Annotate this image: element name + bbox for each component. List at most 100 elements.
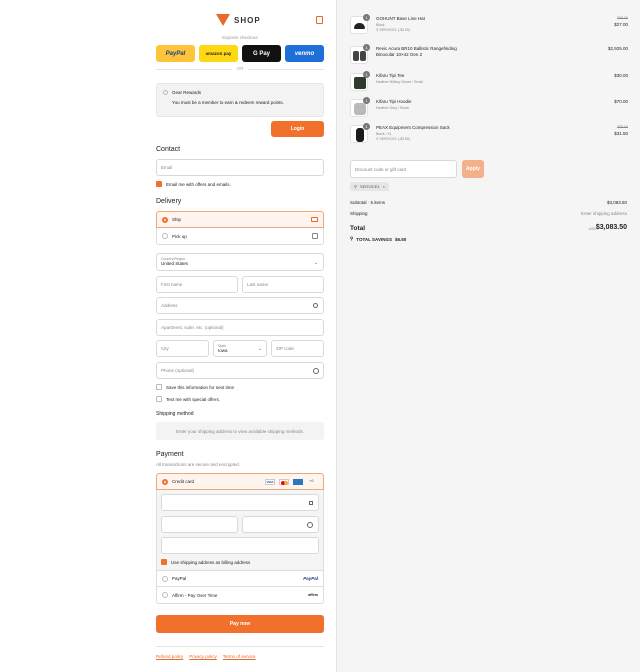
item-price: $27.00 — [614, 22, 628, 27]
visa-icon: VISA — [265, 479, 275, 485]
savings-tag-icon: ⚲ — [350, 236, 354, 241]
product-thumbnail: 1 — [350, 71, 370, 91]
paypal-option[interactable]: PayPal PayPal — [156, 570, 324, 587]
discount-tag-label: SERVICE1 — [359, 184, 380, 189]
item-discount-text: SERVICE1 (-$3.50) — [379, 137, 411, 141]
item-discount: ⚲ SERVICE1 (-$3.50) — [376, 137, 411, 141]
pay-now-button[interactable]: Pay now — [156, 615, 324, 633]
email-offers-option[interactable]: Email me with offers and emails. — [156, 181, 231, 187]
footer-links: Refund policy Privacy policy Terms of se… — [156, 654, 256, 659]
item-variant: Heather Grey / Small — [376, 106, 409, 110]
first-name-field[interactable]: First name — [156, 276, 238, 293]
google-pay-button[interactable]: G Pay — [242, 45, 281, 62]
city-placeholder: City — [161, 346, 169, 351]
ship-radio[interactable] — [162, 216, 168, 223]
ship-label: Ship — [172, 217, 182, 222]
city-field[interactable]: City — [156, 340, 209, 357]
item-price: $30.00 — [614, 73, 628, 78]
discount-code-field[interactable]: Discount code or gift card — [350, 160, 457, 178]
discount-tag: ⚲ SERVICE1 × — [350, 182, 389, 191]
affirm-radio[interactable] — [162, 592, 168, 598]
amex-icon — [293, 479, 303, 485]
subtotal-value: $3,083.50 — [606, 200, 627, 205]
item-price: $70.00 — [614, 99, 628, 104]
security-code-field[interactable] — [242, 516, 319, 533]
address-placeholder: Address — [161, 303, 178, 308]
item-discount-text: SERVICE1 (-$3.00) — [379, 28, 411, 32]
pickup-radio[interactable] — [162, 233, 168, 239]
ship-option[interactable]: Ship — [156, 211, 324, 228]
rewards-info-icon — [163, 90, 168, 95]
discount-placeholder: Discount code or gift card — [355, 166, 407, 172]
use-shipping-option[interactable]: Use shipping address as billing address — [161, 559, 250, 565]
shipping-value: Enter shipping address — [580, 211, 627, 216]
item-discount: ⚲ SERVICE1 (-$3.00) — [376, 28, 411, 32]
product-thumbnail: 1 — [350, 97, 370, 117]
delivery-heading: Delivery — [156, 198, 182, 205]
phone-field[interactable]: Phone (optional) — [156, 362, 324, 379]
quantity-badge: 1 — [363, 123, 370, 130]
text-offers-option[interactable]: Text me with special offers. — [156, 396, 220, 402]
tag-icon: ⚲ — [354, 184, 357, 189]
shipping-label: Shipping — [350, 211, 368, 216]
text-offers-checkbox[interactable] — [156, 396, 162, 402]
phone-placeholder: Phone (optional) — [161, 368, 195, 373]
affirm-label: Affirm - Pay Over Time — [172, 592, 218, 598]
more-cards-badge: +6 — [309, 478, 314, 483]
affirm-logo: affirm — [308, 593, 318, 597]
expiration-field[interactable] — [161, 516, 238, 533]
shipping-method-notice: Enter your shipping address to view avai… — [156, 422, 324, 440]
brand-name: SHOP — [234, 15, 261, 25]
use-shipping-checkbox[interactable] — [161, 559, 167, 565]
subtotal-label: Subtotal · 5 items — [350, 200, 386, 205]
pay-now-label: Pay now — [229, 621, 251, 627]
terms-of-service-link[interactable]: Terms of service — [223, 654, 256, 659]
apartment-field[interactable]: Apartment, suite, etc. (optional) — [156, 319, 324, 336]
address-field[interactable]: Address — [156, 297, 324, 314]
item-price: $31.50 — [614, 131, 628, 136]
item-name: GOHUNT Base Line Hat — [376, 16, 425, 21]
gear-rewards-title: Gear Rewards — [172, 90, 202, 95]
email-field[interactable]: Email — [156, 159, 324, 176]
paypal-radio[interactable] — [162, 575, 168, 582]
payment-heading: Payment — [156, 451, 184, 458]
item-name: PEAX Equipment Compression Sack — [376, 125, 450, 130]
privacy-policy-link[interactable]: Privacy policy — [189, 654, 217, 659]
payment-subtitle: All transactions are secure and encrypte… — [156, 462, 241, 467]
paypal-logo: PayPal — [303, 576, 318, 581]
shop-logo-mark-icon — [216, 14, 230, 26]
shopping-bag-icon[interactable] — [316, 16, 323, 24]
credit-card-option[interactable]: Credit card VISA +6 — [156, 473, 324, 490]
cart-item: 1 PEAX Equipment Compression Sack Black … — [350, 123, 628, 147]
apply-button[interactable]: Apply — [462, 160, 484, 178]
help-icon[interactable] — [313, 368, 319, 374]
amazon-pay-button[interactable]: amazon pay — [199, 45, 238, 62]
shop-logo[interactable]: SHOP — [216, 11, 268, 29]
security-help-icon[interactable] — [307, 522, 313, 528]
zip-field[interactable]: ZIP code — [271, 340, 324, 357]
remove-discount-icon[interactable]: × — [383, 184, 385, 189]
credit-card-radio[interactable] — [162, 478, 168, 485]
paypal-express-button[interactable]: PayPal — [156, 45, 195, 62]
pickup-label: Pick up — [172, 233, 187, 239]
affirm-option[interactable]: Affirm - Pay Over Time affirm — [156, 587, 324, 604]
login-button[interactable]: Login — [271, 121, 324, 137]
email-offers-checkbox[interactable] — [156, 181, 162, 187]
quantity-badge: 1 — [363, 71, 370, 78]
name-on-card-field[interactable] — [161, 537, 319, 554]
search-icon — [313, 303, 318, 308]
save-info-option[interactable]: Save this information for next time — [156, 384, 234, 390]
save-info-label: Save this information for next time — [166, 384, 235, 390]
country-select[interactable]: Country/Region United States ⌄ — [156, 253, 324, 271]
state-select[interactable]: State Iowa ⌄ — [213, 340, 267, 357]
venmo-button[interactable]: venmo — [285, 45, 324, 62]
last-name-field[interactable]: Last name — [242, 276, 324, 293]
save-info-checkbox[interactable] — [156, 384, 162, 390]
mastercard-icon — [279, 479, 289, 485]
pickup-option[interactable]: Pick up — [156, 228, 324, 245]
card-number-field[interactable] — [161, 494, 319, 511]
refund-policy-link[interactable]: Refund policy — [156, 654, 183, 659]
text-offers-label: Text me with special offers. — [166, 396, 220, 402]
total-savings: ⚲ TOTAL SAVINGS $6.50 — [350, 236, 406, 242]
product-thumbnail: 1 — [350, 14, 370, 34]
